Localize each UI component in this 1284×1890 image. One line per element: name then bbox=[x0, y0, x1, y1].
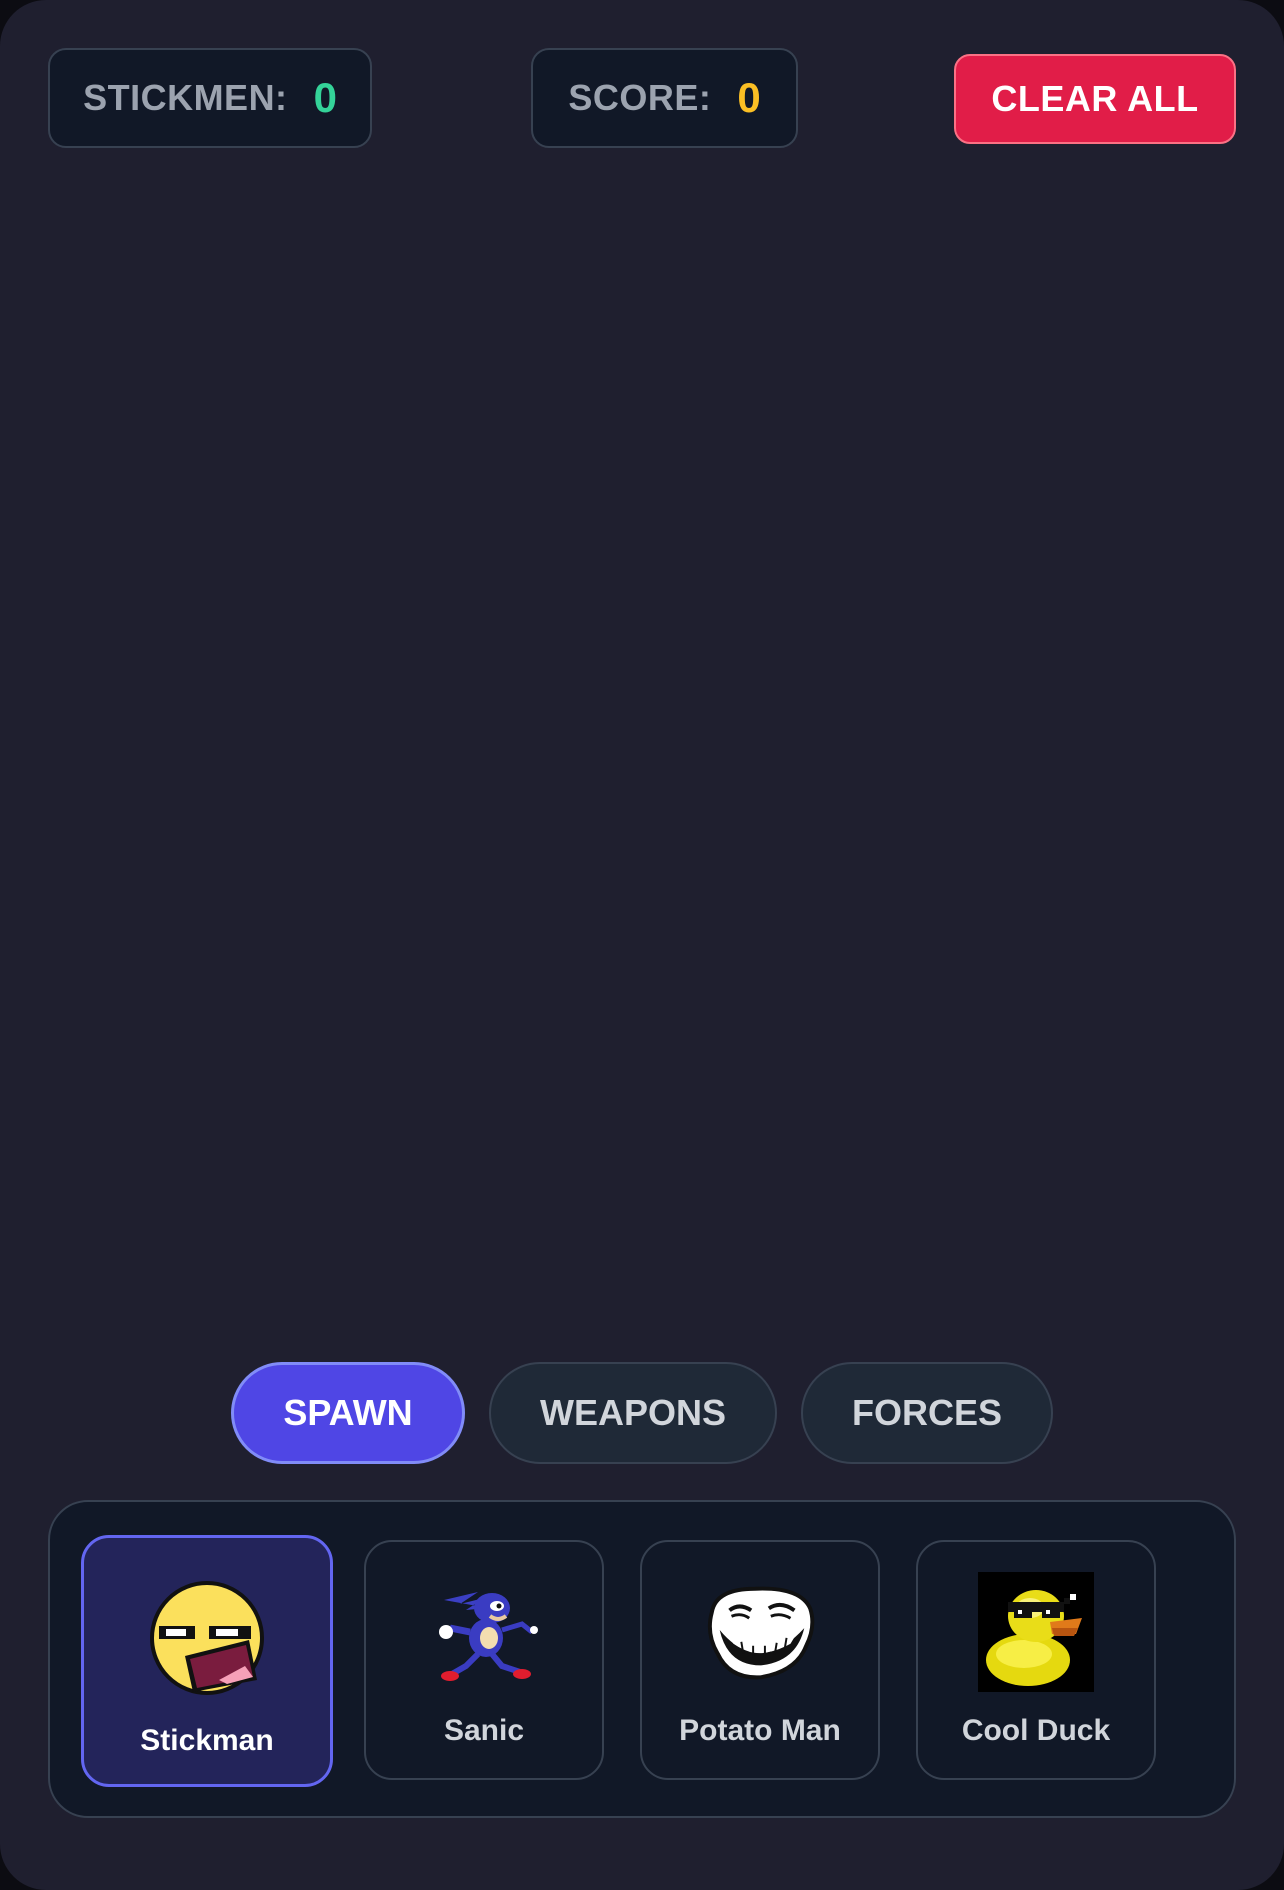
spawn-item-label: Potato Man bbox=[679, 1714, 841, 1747]
spawn-item-stickman[interactable]: Stickman bbox=[81, 1535, 333, 1787]
tab-forces[interactable]: FORCES bbox=[801, 1362, 1053, 1464]
stickmen-counter: STICKMEN: 0 bbox=[48, 48, 372, 148]
stickmen-count: 0 bbox=[313, 74, 337, 121]
tab-spawn[interactable]: SPAWN bbox=[231, 1362, 465, 1464]
spawn-item-potato-man[interactable]: Potato Man bbox=[640, 1540, 880, 1780]
spawn-panel: Stickman Sanic Potato Man Cool Duck bbox=[48, 1500, 1236, 1818]
game-screen: STICKMEN: 0 SCORE: 0 CLEAR ALL SPAWN WEA… bbox=[0, 0, 1284, 1890]
score-value: 0 bbox=[737, 74, 761, 121]
spawn-item-label: Cool Duck bbox=[961, 1714, 1111, 1747]
score-label: SCORE: bbox=[568, 77, 712, 118]
spawn-item-cool-duck[interactable]: Cool Duck bbox=[916, 1540, 1156, 1780]
awesome-face-icon bbox=[149, 1578, 265, 1698]
play-area[interactable] bbox=[0, 170, 1284, 1340]
spawn-item-sanic[interactable]: Sanic bbox=[364, 1540, 604, 1780]
clear-all-button[interactable]: CLEAR ALL bbox=[954, 54, 1236, 144]
score-counter: SCORE: 0 bbox=[531, 48, 798, 148]
tab-weapons[interactable]: WEAPONS bbox=[489, 1362, 777, 1464]
sanic-icon bbox=[426, 1572, 542, 1692]
spawn-item-label: Stickman bbox=[140, 1724, 274, 1757]
cool-duck-icon bbox=[978, 1572, 1094, 1692]
spawn-item-label: Sanic bbox=[443, 1714, 525, 1747]
trollface-icon bbox=[702, 1572, 818, 1692]
stickmen-label: STICKMEN: bbox=[83, 77, 288, 118]
